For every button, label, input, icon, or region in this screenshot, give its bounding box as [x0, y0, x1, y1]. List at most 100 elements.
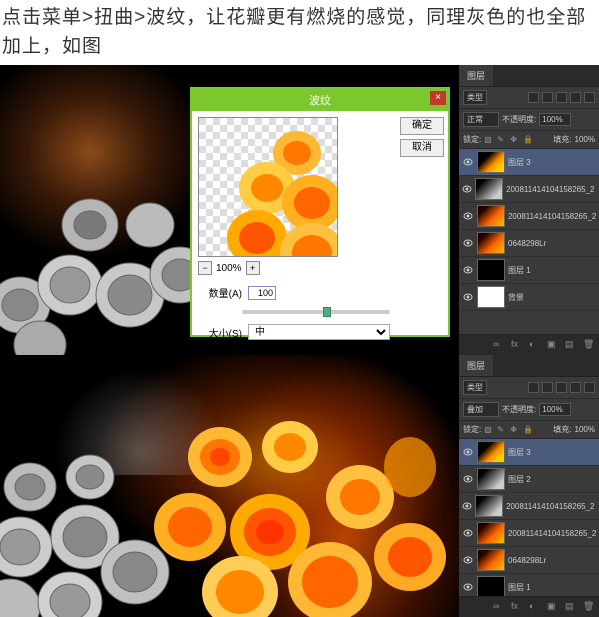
layer-thumb[interactable] — [477, 522, 505, 544]
eye-icon[interactable] — [462, 238, 474, 248]
lock-pixels-icon[interactable]: ✎ — [497, 135, 507, 145]
eye-icon[interactable] — [462, 501, 472, 511]
dialog-titlebar[interactable]: 波纹 × — [192, 89, 448, 111]
layer-row[interactable]: 200811414104158265_2 副本 — [459, 493, 599, 520]
filter-icon[interactable] — [570, 92, 581, 103]
fx-icon[interactable]: fx — [511, 339, 523, 351]
filter-icon[interactable] — [556, 382, 567, 393]
ok-button[interactable]: 确定 — [400, 117, 444, 135]
opacity-label: 不透明度: — [502, 114, 536, 125]
eye-icon[interactable] — [462, 582, 474, 592]
filter-icon[interactable] — [570, 382, 581, 393]
layer-row[interactable]: 图层 3 — [459, 439, 599, 466]
layer-name: 200811414104158265_2 — [508, 529, 596, 538]
filter-icon[interactable] — [584, 92, 595, 103]
layer-thumb[interactable] — [475, 495, 503, 517]
layer-row[interactable]: 200811414104158265_2 — [459, 520, 599, 547]
fill-input[interactable]: 100% — [575, 135, 595, 144]
trash-icon[interactable]: 🗑 — [583, 339, 595, 351]
layer-thumb[interactable] — [475, 178, 503, 200]
ripple-dialog: 波纹 × − — [190, 87, 450, 337]
fx-icon[interactable]: fx — [511, 601, 523, 613]
amount-input[interactable] — [248, 286, 276, 300]
workspace-1: 波纹 × − — [0, 65, 599, 355]
trash-icon[interactable]: 🗑 — [583, 601, 595, 613]
blend-select[interactable]: 正常 — [463, 112, 499, 127]
zoom-value: 100% — [216, 263, 242, 274]
filter-icon[interactable] — [528, 382, 539, 393]
eye-icon[interactable] — [462, 211, 474, 221]
kind-filter[interactable]: 类型 — [463, 380, 487, 395]
layer-row[interactable]: 背景 — [459, 284, 599, 311]
zoom-in-button[interactable]: + — [246, 261, 260, 275]
layer-row[interactable]: 0648298Lr — [459, 230, 599, 257]
layer-thumb[interactable] — [477, 441, 505, 463]
layer-thumb[interactable] — [477, 232, 505, 254]
new-layer-icon[interactable]: ▤ — [565, 339, 577, 351]
layer-thumb[interactable] — [477, 549, 505, 571]
folder-icon[interactable]: ▣ — [547, 601, 559, 613]
layer-row[interactable]: 图层 1 — [459, 257, 599, 284]
filter-icon[interactable] — [556, 92, 567, 103]
lock-icon[interactable]: ▨ — [484, 425, 494, 435]
layer-thumb[interactable] — [477, 468, 505, 490]
layer-name: 0648298Lr — [508, 556, 546, 565]
filter-icon[interactable] — [528, 92, 539, 103]
new-layer-icon[interactable]: ▤ — [565, 601, 577, 613]
zoom-out-button[interactable]: − — [198, 261, 212, 275]
mask-icon[interactable]: ◐ — [529, 339, 541, 351]
panel-tab-layers[interactable]: 图层 — [459, 355, 493, 376]
lock-position-icon[interactable]: ✥ — [510, 135, 520, 145]
lock-icon[interactable]: ▨ — [484, 135, 494, 145]
panel-tab-layers[interactable]: 图层 — [459, 65, 493, 86]
mask-icon[interactable]: ◐ — [529, 601, 541, 613]
lock-position-icon[interactable]: ✥ — [510, 425, 520, 435]
filter-icon[interactable] — [542, 382, 553, 393]
layer-name: 图层 3 — [508, 157, 531, 168]
layer-name: 图层 1 — [508, 582, 531, 593]
lock-label: 锁定: — [463, 424, 481, 435]
opacity-input[interactable]: 100% — [539, 403, 571, 416]
layer-thumb[interactable] — [477, 151, 505, 173]
lock-all-icon[interactable]: 🔒 — [523, 425, 533, 435]
preview-box[interactable] — [198, 117, 338, 257]
blend-select[interactable]: 叠加 — [463, 402, 499, 417]
layer-row[interactable]: 200811414104158265_2 副本 — [459, 176, 599, 203]
eye-icon[interactable] — [462, 184, 472, 194]
layer-thumb[interactable] — [477, 205, 505, 227]
size-select[interactable]: 中 — [248, 324, 390, 340]
amount-slider[interactable] — [242, 310, 390, 314]
eye-icon[interactable] — [462, 555, 474, 565]
fill-input[interactable]: 100% — [575, 425, 595, 434]
layer-thumb[interactable] — [477, 286, 505, 308]
layer-row[interactable]: 图层 2 — [459, 466, 599, 493]
opacity-input[interactable]: 100% — [539, 113, 571, 126]
link-icon[interactable]: ∞ — [493, 339, 505, 351]
filter-icon[interactable] — [584, 382, 595, 393]
link-icon[interactable]: ∞ — [493, 601, 505, 613]
kind-filter[interactable]: 类型 — [463, 90, 487, 105]
lock-pixels-icon[interactable]: ✎ — [497, 425, 507, 435]
layer-row[interactable]: 图层 3 — [459, 149, 599, 176]
dialog-title-text: 波纹 — [309, 95, 331, 107]
layer-name: 图层 2 — [508, 474, 531, 485]
eye-icon[interactable] — [462, 292, 474, 302]
lock-all-icon[interactable]: 🔒 — [523, 135, 533, 145]
layer-name: 200811414104158265_2 — [508, 212, 596, 221]
layer-row[interactable]: 200811414104158265_2 — [459, 203, 599, 230]
fill-label: 填充: — [553, 424, 571, 435]
eye-icon[interactable] — [462, 447, 474, 457]
layer-thumb[interactable] — [477, 576, 505, 598]
layer-row[interactable]: 0648298Lr — [459, 547, 599, 574]
eye-icon[interactable] — [462, 157, 474, 167]
eye-icon[interactable] — [462, 528, 474, 538]
close-icon[interactable]: × — [430, 91, 446, 105]
filter-icon[interactable] — [542, 92, 553, 103]
dialog-preview-pane: − 100% + 数量(A) 大小(S) 中 — [192, 111, 396, 337]
layer-thumb[interactable] — [477, 259, 505, 281]
layers-list-2: 图层 3 图层 2 200811414104158265_2 副本 200811… — [459, 439, 599, 617]
folder-icon[interactable]: ▣ — [547, 339, 559, 351]
cancel-button[interactable]: 取消 — [400, 139, 444, 157]
eye-icon[interactable] — [462, 474, 474, 484]
eye-icon[interactable] — [462, 265, 474, 275]
